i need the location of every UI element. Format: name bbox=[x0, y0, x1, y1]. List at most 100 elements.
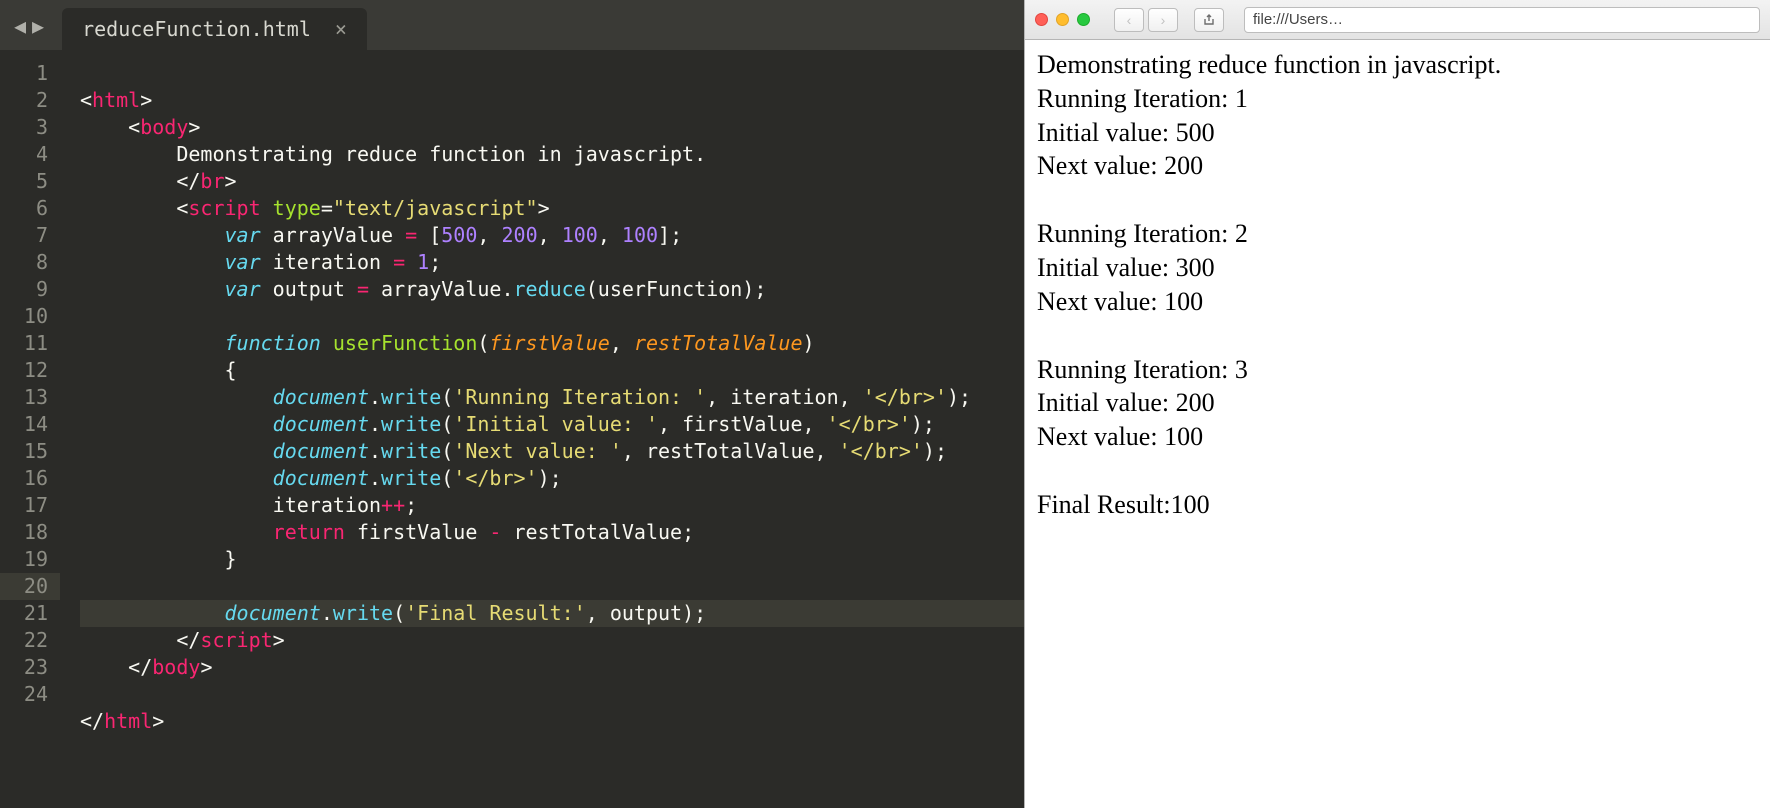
code-token: html bbox=[92, 88, 140, 112]
line-number: 7 bbox=[36, 223, 48, 247]
window-close-icon[interactable] bbox=[1035, 13, 1048, 26]
code-token: = bbox=[357, 277, 369, 301]
code-token: ) bbox=[803, 331, 815, 355]
code-token: html bbox=[104, 709, 152, 733]
code-token: 500 bbox=[441, 223, 477, 247]
code-token: > bbox=[225, 169, 237, 193]
code-token: , output bbox=[586, 601, 682, 625]
code-token: iteration bbox=[273, 493, 381, 517]
code-token: "text/javascript" bbox=[333, 196, 538, 220]
editor-nav-back-icon[interactable]: ◀ bbox=[14, 16, 26, 36]
code-token: , restTotalValue, bbox=[622, 439, 839, 463]
code-token: arrayValue. bbox=[369, 277, 514, 301]
output-gap bbox=[1037, 319, 1758, 353]
code-token: = bbox=[393, 250, 405, 274]
code-token: < bbox=[80, 88, 92, 112]
code-token: , bbox=[538, 223, 562, 247]
browser-forward-button[interactable]: › bbox=[1148, 8, 1178, 32]
code-area[interactable]: <html> <body> Demonstrating reduce funct… bbox=[60, 50, 1024, 808]
code-token: ); bbox=[923, 439, 947, 463]
editor-tab-bar: ◀ ▶ reduceFunction.html × bbox=[0, 0, 1024, 50]
output-line: Running Iteration: 1 bbox=[1037, 82, 1758, 116]
code-token: body bbox=[152, 655, 200, 679]
line-number: 23 bbox=[24, 655, 48, 679]
browser-address-bar[interactable]: file:///Users… bbox=[1244, 7, 1760, 33]
output-gap bbox=[1037, 454, 1758, 488]
output-line: Running Iteration: 3 bbox=[1037, 353, 1758, 387]
code-token: 'Next value: ' bbox=[453, 439, 622, 463]
code-token: . bbox=[369, 439, 381, 463]
chevron-right-icon: › bbox=[1161, 12, 1166, 28]
editor-body: 1 2 3 4 5 6 7 8 9 10 11 12 13 14 15 16 1… bbox=[0, 50, 1024, 808]
code-token: ++ bbox=[381, 493, 405, 517]
code-token: '</br>' bbox=[839, 439, 923, 463]
output-line: Next value: 200 bbox=[1037, 149, 1758, 183]
code-token: 'Running Iteration: ' bbox=[453, 385, 706, 409]
code-token: userFunction bbox=[321, 331, 478, 355]
line-number: 9 bbox=[36, 277, 48, 301]
editor-tab[interactable]: reduceFunction.html × bbox=[62, 8, 367, 50]
code-token: (userFunction); bbox=[586, 277, 767, 301]
code-token: iteration bbox=[261, 250, 393, 274]
code-token: </ bbox=[176, 169, 200, 193]
close-icon[interactable]: × bbox=[335, 17, 347, 41]
code-token: script bbox=[200, 628, 272, 652]
code-token: , bbox=[598, 223, 622, 247]
code-token: ( bbox=[477, 331, 489, 355]
output-line: Next value: 100 bbox=[1037, 420, 1758, 454]
code-token: ); bbox=[911, 412, 935, 436]
line-number: 6 bbox=[36, 196, 48, 220]
line-number: 12 bbox=[24, 358, 48, 382]
code-token: ); bbox=[538, 466, 562, 490]
code-token: type bbox=[261, 196, 321, 220]
code-token: script bbox=[188, 196, 260, 220]
output-line: Final Result:100 bbox=[1037, 488, 1758, 522]
code-token: } bbox=[225, 547, 237, 571]
code-token: . bbox=[321, 601, 333, 625]
code-token: Demonstrating reduce function in javascr… bbox=[176, 142, 706, 166]
line-number: 10 bbox=[24, 304, 48, 328]
code-token: > bbox=[152, 709, 164, 733]
window-minimize-icon[interactable] bbox=[1056, 13, 1069, 26]
code-token: ]; bbox=[658, 223, 682, 247]
output-gap bbox=[1037, 183, 1758, 217]
window-zoom-icon[interactable] bbox=[1077, 13, 1090, 26]
code-token: var bbox=[225, 277, 261, 301]
line-number: 17 bbox=[24, 493, 48, 517]
code-token: ( bbox=[441, 466, 453, 490]
line-number: 1 bbox=[36, 61, 48, 85]
code-token: write bbox=[381, 385, 441, 409]
code-token: </ bbox=[128, 655, 152, 679]
code-token: var bbox=[225, 250, 261, 274]
code-token: 200 bbox=[501, 223, 537, 247]
code-token: ( bbox=[393, 601, 405, 625]
code-token: > bbox=[273, 628, 285, 652]
line-number: 21 bbox=[24, 601, 48, 625]
code-token: '</br>' bbox=[453, 466, 537, 490]
code-token: > bbox=[140, 88, 152, 112]
output-line: Initial value: 200 bbox=[1037, 386, 1758, 420]
code-token: [ bbox=[417, 223, 441, 247]
line-number: 4 bbox=[36, 142, 48, 166]
code-token: var bbox=[225, 223, 261, 247]
code-token: firstValue bbox=[489, 331, 609, 355]
code-token: ; bbox=[405, 493, 417, 517]
line-number: 22 bbox=[24, 628, 48, 652]
code-token: restTotalValue bbox=[634, 331, 803, 355]
line-number: 5 bbox=[36, 169, 48, 193]
code-token: ; bbox=[429, 250, 441, 274]
browser-back-button[interactable]: ‹ bbox=[1114, 8, 1144, 32]
line-number: 15 bbox=[24, 439, 48, 463]
code-token: reduce bbox=[514, 277, 586, 301]
browser-share-button[interactable] bbox=[1194, 8, 1224, 32]
line-number: 16 bbox=[24, 466, 48, 490]
line-number: 2 bbox=[36, 88, 48, 112]
code-token: output bbox=[261, 277, 357, 301]
code-token: return bbox=[273, 520, 345, 544]
output-line: Initial value: 500 bbox=[1037, 116, 1758, 150]
editor-nav-fwd-icon[interactable]: ▶ bbox=[32, 16, 44, 36]
line-number: 11 bbox=[24, 331, 48, 355]
code-token: write bbox=[381, 439, 441, 463]
line-number: 3 bbox=[36, 115, 48, 139]
code-token: , iteration, bbox=[706, 385, 863, 409]
